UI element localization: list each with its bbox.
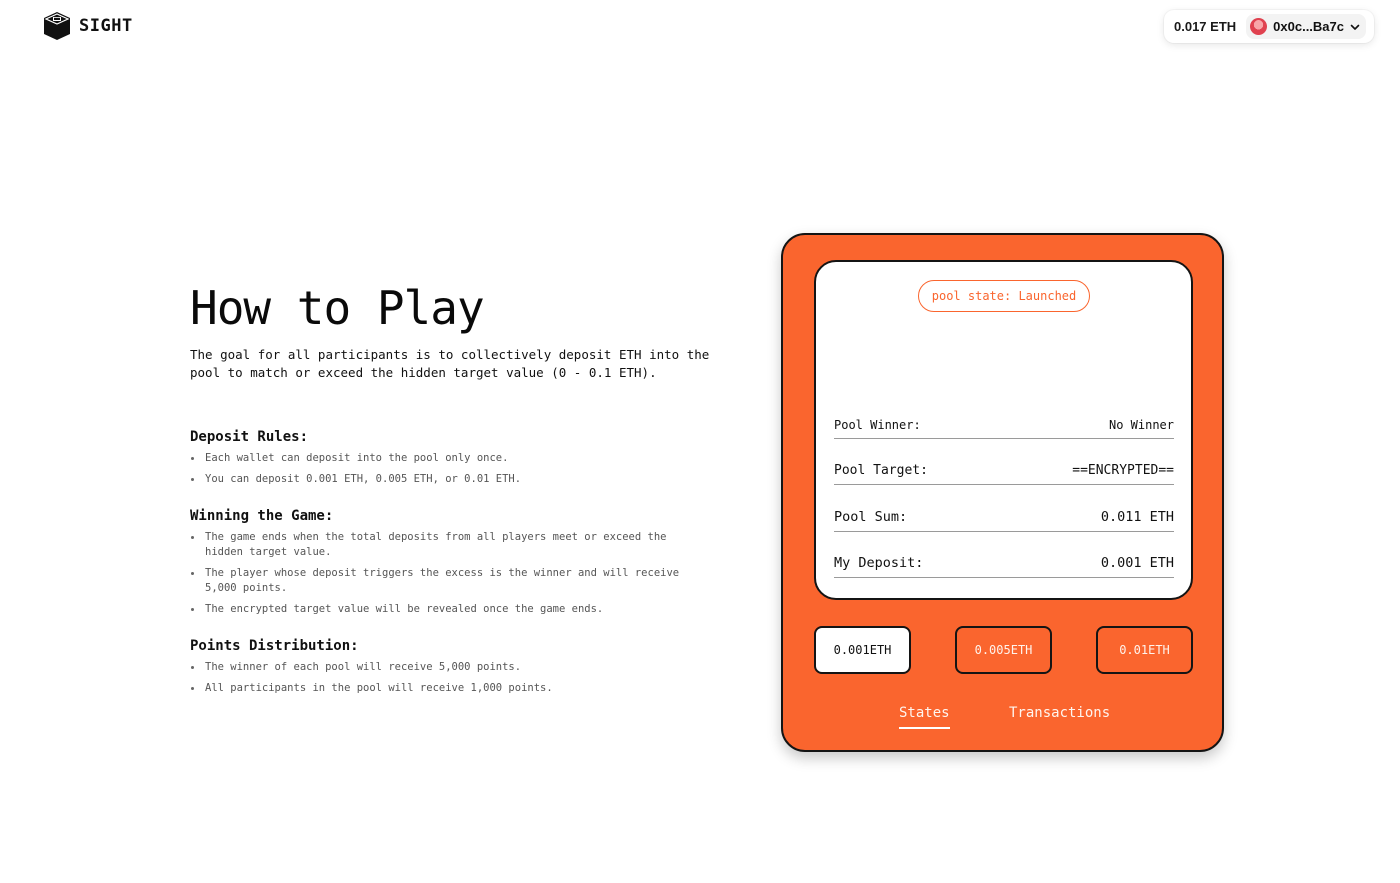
pool-winner-row: Pool Winner: No Winner xyxy=(834,418,1174,439)
account-button[interactable]: 0x0c...Ba7c xyxy=(1246,14,1366,39)
list-item: The winner of each pool will receive 5,0… xyxy=(190,660,730,675)
row-value: No Winner xyxy=(1108,418,1174,432)
winning-rules-list: The game ends when the total deposits fr… xyxy=(190,530,705,617)
game-card: pool state: Launched Pool Winner: No Win… xyxy=(781,233,1224,752)
deposit-rules-list: Each wallet can deposit into the pool on… xyxy=(190,451,730,487)
list-item: Each wallet can deposit into the pool on… xyxy=(190,451,730,466)
chevron-down-icon xyxy=(1350,24,1360,30)
pool-state-badge: pool state: Launched xyxy=(918,280,1090,312)
row-label: My Deposit: xyxy=(834,555,924,571)
winning-rules-heading: Winning the Game: xyxy=(190,508,334,524)
amount-0.01-button[interactable]: 0.01ETH xyxy=(1096,626,1193,674)
pool-info-screen: pool state: Launched Pool Winner: No Win… xyxy=(814,260,1193,600)
account-avatar xyxy=(1250,18,1268,35)
row-value: 0.011 ETH xyxy=(1100,509,1174,525)
top-bar: SIGHT 0.017 ETH 0x0c...Ba7c xyxy=(0,0,1400,56)
list-item: All participants in the pool will receiv… xyxy=(190,681,730,696)
tab-transactions[interactable]: Transactions xyxy=(1009,705,1110,721)
list-item: You can deposit 0.001 ETH, 0.005 ETH, or… xyxy=(190,472,730,487)
list-item: The game ends when the total deposits fr… xyxy=(190,530,705,560)
cube-logo-icon xyxy=(44,12,70,40)
logo-text: SIGHT xyxy=(79,16,133,36)
list-item: The player whose deposit triggers the ex… xyxy=(190,566,705,596)
pool-sum-row: Pool Sum: 0.011 ETH xyxy=(834,509,1174,532)
deposit-rules: Deposit Rules: Each wallet can deposit i… xyxy=(190,429,730,487)
account-address: 0x0c...Ba7c xyxy=(1273,19,1344,34)
row-value: ==ENCRYPTED== xyxy=(1072,463,1174,478)
points-heading: Points Distribution: xyxy=(190,638,359,654)
row-label: Pool Sum: xyxy=(834,509,908,525)
amount-0.005-button[interactable]: 0.005ETH xyxy=(955,626,1052,674)
points-list: The winner of each pool will receive 5,0… xyxy=(190,660,730,696)
deposit-rules-heading: Deposit Rules: xyxy=(190,429,309,445)
row-value: 0.001 ETH xyxy=(1100,555,1174,571)
logo-link[interactable]: SIGHT xyxy=(43,11,133,41)
list-item: The encrypted target value will be revea… xyxy=(190,602,705,617)
amount-0.001-button[interactable]: 0.001ETH xyxy=(814,626,911,674)
row-label: Pool Target: xyxy=(834,463,928,478)
tab-states[interactable]: States xyxy=(899,705,950,729)
intro-text: The goal for all participants is to coll… xyxy=(190,347,710,380)
my-deposit-row: My Deposit: 0.001 ETH xyxy=(834,555,1174,578)
pool-target-row: Pool Target: ==ENCRYPTED== xyxy=(834,463,1174,485)
points-distribution: Points Distribution: The winner of each … xyxy=(190,638,730,696)
wallet-balance: 0.017 ETH xyxy=(1174,19,1237,34)
how-to-play-section: How to Play The goal for all participant… xyxy=(190,280,730,382)
winning-rules: Winning the Game: The game ends when the… xyxy=(190,508,705,617)
row-label: Pool Winner: xyxy=(834,418,921,432)
page-title: How to Play xyxy=(190,281,485,335)
wallet-widget[interactable]: 0.017 ETH 0x0c...Ba7c xyxy=(1164,10,1374,43)
